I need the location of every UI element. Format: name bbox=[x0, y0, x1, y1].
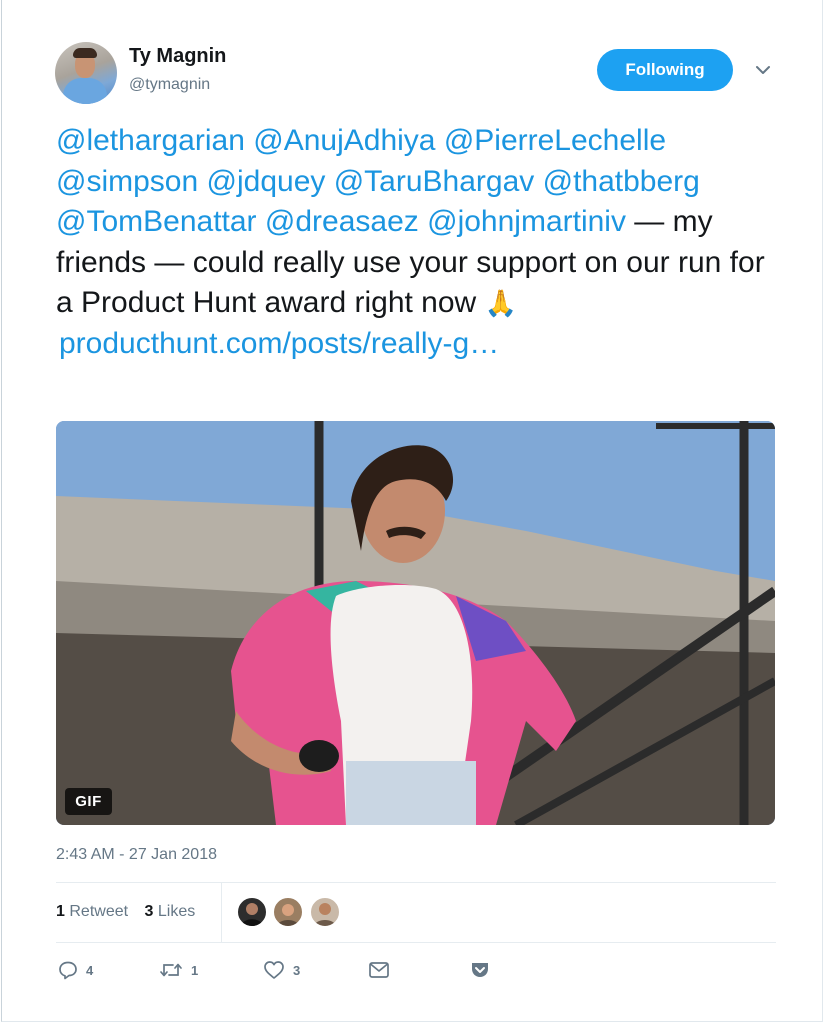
following-button[interactable]: Following bbox=[597, 49, 733, 91]
author-name[interactable]: Ty Magnin bbox=[129, 45, 226, 68]
mention-link[interactable]: @AnujAdhiya bbox=[253, 124, 435, 157]
mention-link[interactable]: @johnjmartiniv bbox=[427, 205, 626, 238]
gif-media[interactable]: GIF bbox=[56, 421, 775, 825]
tweet-text: @lethargarian @AnujAdhiya @PierreLechell… bbox=[56, 121, 776, 364]
direct-message-button[interactable] bbox=[368, 960, 390, 980]
mention-link[interactable]: @jdquey bbox=[207, 165, 326, 198]
retweet-stat-count: 1 bbox=[56, 903, 65, 920]
tweet-card: Ty Magnin @tymagnin Following @lethargar… bbox=[1, 0, 823, 1022]
mention-link[interactable]: @PierreLechelle bbox=[444, 124, 666, 157]
mention-link[interactable]: @thatbberg bbox=[543, 165, 700, 198]
likes-stat[interactable]: 3 Likes bbox=[145, 903, 196, 921]
divider bbox=[56, 942, 776, 943]
reply-icon bbox=[59, 961, 77, 980]
like-button[interactable]: 3 bbox=[263, 960, 300, 980]
engagement-stats: 1 Retweet 3 Likes bbox=[56, 903, 207, 921]
retweet-count: 1 bbox=[191, 962, 199, 978]
author-handle[interactable]: @tymagnin bbox=[129, 76, 210, 94]
gif-badge: GIF bbox=[65, 788, 112, 815]
liker-portrait bbox=[277, 904, 299, 926]
reply-button[interactable]: 4 bbox=[58, 960, 93, 980]
folded-hands-emoji: 🙏 bbox=[484, 288, 517, 318]
save-to-pocket-button[interactable] bbox=[469, 960, 491, 980]
retweet-stat[interactable]: 1 Retweet bbox=[56, 903, 128, 921]
likes-stat-count: 3 bbox=[144, 903, 154, 920]
avatar-shirt bbox=[63, 78, 107, 104]
tweet-timestamp[interactable]: 2:43 AM - 27 Jan 2018 bbox=[56, 846, 217, 864]
liker-avatar[interactable] bbox=[272, 896, 304, 928]
tweet-external-link[interactable]: producthunt.com/posts/really-g… bbox=[59, 324, 499, 365]
pocket-icon bbox=[472, 963, 488, 977]
mention-link[interactable]: @TomBenattar bbox=[56, 205, 257, 238]
gif-still-image bbox=[56, 421, 775, 825]
retweet-stat-label: Retweet bbox=[69, 903, 129, 920]
likes-stat-label: Likes bbox=[157, 903, 196, 920]
reply-count: 4 bbox=[86, 962, 94, 978]
mention-link[interactable]: @simpson bbox=[56, 165, 198, 198]
mention-link[interactable]: @lethargarian bbox=[56, 124, 245, 157]
divider bbox=[56, 882, 776, 883]
heart-icon bbox=[264, 961, 284, 979]
envelope-icon bbox=[369, 962, 389, 978]
retweet-icon bbox=[160, 963, 182, 977]
liker-avatar[interactable] bbox=[309, 896, 341, 928]
mention-link[interactable]: @TaruBhargav bbox=[334, 165, 535, 198]
retweet-button[interactable]: 1 bbox=[159, 960, 198, 980]
divider bbox=[221, 883, 222, 942]
like-count: 3 bbox=[293, 962, 301, 978]
liker-portrait bbox=[241, 903, 263, 926]
mention-link[interactable]: @dreasaez bbox=[265, 205, 419, 238]
avatar-hair bbox=[73, 48, 97, 58]
liker-avatar[interactable] bbox=[236, 896, 268, 928]
liker-portrait bbox=[314, 903, 336, 926]
chevron-down-icon[interactable] bbox=[754, 63, 772, 77]
author-avatar[interactable] bbox=[55, 42, 117, 104]
